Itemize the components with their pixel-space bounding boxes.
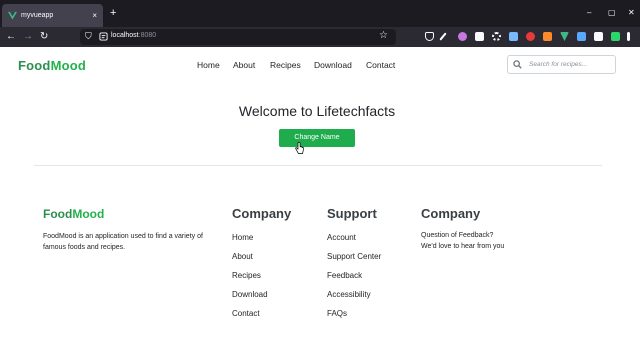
url-port: :8080	[138, 32, 157, 39]
tab-title: myvueapp	[21, 12, 54, 19]
reload-icon[interactable]: ↻	[40, 31, 48, 43]
footer-description: FoodMood is an application used to find …	[43, 233, 203, 251]
section-divider	[34, 165, 602, 166]
address-bar[interactable]: ⛉ localhost:8080 ☆	[80, 29, 396, 45]
footer-link-faqs[interactable]: FAQs	[327, 304, 381, 323]
footer-feedback-invite: We'd love to hear from you	[421, 243, 505, 250]
page-info-icon[interactable]	[99, 32, 108, 41]
browser-tab[interactable]: myvueapp ×	[2, 4, 103, 27]
site-logo[interactable]: FoodMood	[18, 58, 86, 73]
footer-contact-heading: Company	[421, 206, 481, 221]
vue-devtools-icon[interactable]	[560, 32, 569, 41]
search-box[interactable]	[507, 55, 616, 74]
wrench-icon[interactable]	[439, 32, 447, 41]
extension-purple-icon[interactable]	[458, 32, 467, 41]
footer-link-recipes[interactable]: Recipes	[232, 266, 291, 285]
footer-link-feedback[interactable]: Feedback	[327, 266, 381, 285]
nav-about[interactable]: About	[233, 60, 255, 70]
site-header: FoodMood Home About Recipes Download Con…	[0, 47, 640, 85]
footer-link-accessibility[interactable]: Accessibility	[327, 285, 381, 304]
nav-home[interactable]: Home	[197, 60, 220, 70]
footer-support-column: Support Account Support Center Feedback …	[327, 206, 381, 323]
tab-strip: myvueapp × + – ▢ ✕	[0, 0, 640, 27]
footer-link-home[interactable]: Home	[232, 228, 291, 247]
extension-red-icon[interactable]	[526, 32, 535, 41]
nav-recipes[interactable]: Recipes	[270, 60, 301, 70]
footer-support-heading: Support	[327, 206, 377, 221]
hand-cursor-icon	[295, 142, 304, 154]
extension-green-icon[interactable]	[611, 32, 620, 41]
footer-logo-mood: Mood	[72, 207, 105, 221]
url-text[interactable]: localhost:8080	[111, 32, 156, 39]
extension-blue-icon[interactable]	[509, 32, 518, 41]
footer-contact-column: Company Question of Feedback? We'd love …	[421, 206, 504, 252]
extension-orange-icon[interactable]	[543, 32, 552, 41]
footer-feedback-question: Question of Feedback?	[421, 232, 494, 239]
footer-company-column: Company Home About Recipes Download Cont…	[232, 206, 291, 323]
extension-cyan-icon[interactable]	[577, 32, 586, 41]
browser-toolbar: ← → ↻ ⛉ localhost:8080 ☆	[0, 27, 640, 47]
new-tab-button[interactable]: +	[110, 8, 116, 19]
browser-chrome: myvueapp × + – ▢ ✕ ← → ↻ ⛉ localhost:808…	[0, 0, 640, 47]
bookmark-star-icon[interactable]: ☆	[379, 30, 388, 41]
tracking-shield-icon[interactable]: ⛉	[85, 31, 92, 42]
footer-logo[interactable]: FoodMood	[43, 207, 104, 221]
maximize-icon[interactable]: ▢	[608, 9, 616, 17]
minimize-icon[interactable]: –	[587, 9, 591, 17]
change-name-button[interactable]: Change Name	[279, 129, 355, 147]
url-host: localhost	[111, 32, 139, 39]
close-window-icon[interactable]: ✕	[628, 9, 635, 17]
footer-link-account[interactable]: Account	[327, 228, 381, 247]
settings-gear-icon[interactable]	[492, 32, 501, 41]
extensions-puzzle-icon[interactable]	[594, 32, 603, 41]
pocket-icon[interactable]	[425, 32, 434, 41]
nav-contact[interactable]: Contact	[366, 60, 395, 70]
nav-download[interactable]: Download	[314, 60, 352, 70]
logo-mood: Mood	[50, 58, 87, 73]
welcome-title: Welcome to Lifetechfacts	[238, 103, 396, 119]
footer-link-about[interactable]: About	[232, 247, 291, 266]
footer-link-download[interactable]: Download	[232, 285, 291, 304]
forward-icon[interactable]: →	[23, 31, 33, 43]
back-icon[interactable]: ←	[6, 31, 16, 43]
footer-link-contact[interactable]: Contact	[232, 304, 291, 323]
tab-close-icon[interactable]: ×	[92, 11, 97, 20]
footer-link-support-center[interactable]: Support Center	[327, 247, 381, 266]
extension-card-icon[interactable]	[475, 32, 484, 41]
footer-logo-food: Food	[43, 207, 73, 221]
vue-logo-icon	[8, 11, 17, 20]
search-input[interactable]	[529, 58, 613, 71]
search-icon	[513, 60, 522, 69]
logo-food: Food	[18, 58, 51, 73]
menu-overflow-icon[interactable]	[627, 32, 630, 41]
footer-company-heading: Company	[232, 206, 292, 221]
